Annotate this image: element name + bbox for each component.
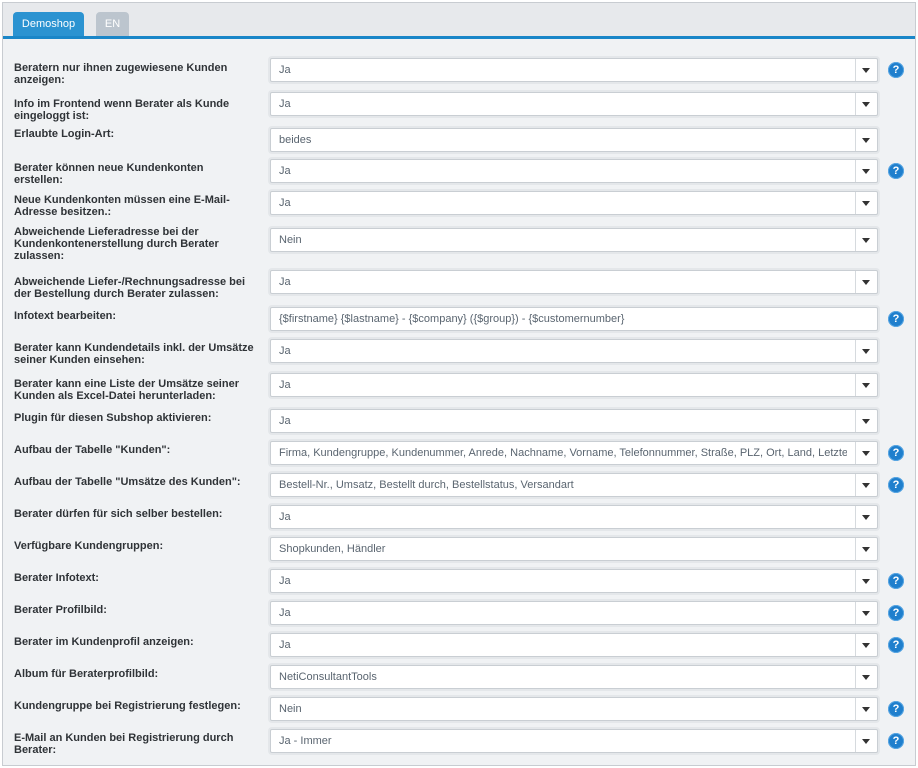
- setting-select[interactable]: Ja: [270, 569, 878, 593]
- setting-label: Berater kann eine Liste der Umsätze sein…: [14, 378, 239, 402]
- chevron-down-icon[interactable]: [855, 474, 877, 496]
- setting-select[interactable]: Ja - Immer: [270, 729, 878, 753]
- chevron-down-icon[interactable]: [855, 666, 877, 688]
- chevron-down-icon[interactable]: [855, 730, 877, 752]
- setting-value: Ja: [279, 607, 291, 619]
- setting-value: Bestell-Nr., Umsatz, Bestellt durch, Bes…: [279, 479, 574, 491]
- setting-label: Abweichende Lieferadresse bei der Kunden…: [14, 226, 219, 262]
- help-icon[interactable]: ?: [888, 311, 904, 327]
- setting-label: E-Mail an Kunden bei Registrierung durch…: [14, 732, 234, 756]
- chevron-down-icon[interactable]: [855, 570, 877, 592]
- setting-label: Neue Kundenkonten müssen eine E-Mail-Adr…: [14, 194, 230, 218]
- help-icon[interactable]: ?: [888, 62, 904, 78]
- setting-value: Ja - Immer: [279, 735, 332, 747]
- setting-label: Verfügbare Kundengruppen:: [14, 540, 164, 552]
- setting-value: Ja: [279, 197, 291, 209]
- setting-value: Ja: [279, 98, 291, 110]
- chevron-down-icon[interactable]: [855, 602, 877, 624]
- chevron-down-icon[interactable]: [855, 229, 877, 251]
- setting-value: Nein: [279, 234, 302, 246]
- chevron-down-icon[interactable]: [855, 410, 877, 432]
- help-icon[interactable]: ?: [888, 445, 904, 461]
- chevron-down-icon[interactable]: [855, 634, 877, 656]
- setting-label: Berater Infotext:: [14, 572, 99, 584]
- chevron-down-icon[interactable]: [855, 192, 877, 214]
- setting-select[interactable]: Ja: [270, 409, 878, 433]
- setting-select[interactable]: Shopkunden, Händler: [270, 537, 878, 561]
- setting-label: Berater kann Kundendetails inkl. der Ums…: [14, 342, 254, 366]
- setting-label: Album für Beraterprofilbild:: [14, 668, 159, 680]
- setting-value: Ja: [279, 415, 291, 427]
- chevron-down-icon[interactable]: [855, 698, 877, 720]
- chevron-down-icon[interactable]: [855, 374, 877, 396]
- setting-label: Kundengruppe bei Registrierung festlegen…: [14, 700, 241, 712]
- chevron-down-icon[interactable]: [855, 538, 877, 560]
- setting-select[interactable]: Firma, Kundengruppe, Kundenummer, Anrede…: [270, 441, 878, 465]
- chevron-down-icon[interactable]: [855, 129, 877, 151]
- setting-value: Ja: [279, 345, 291, 357]
- setting-label: Aufbau der Tabelle "Umsätze des Kunden":: [14, 476, 241, 488]
- setting-value: NetiConsultantTools: [279, 671, 377, 683]
- setting-select[interactable]: Ja: [270, 505, 878, 529]
- setting-value: Ja: [279, 639, 291, 651]
- chevron-down-icon[interactable]: [855, 442, 877, 464]
- setting-select[interactable]: Ja: [270, 58, 878, 82]
- setting-select[interactable]: Ja: [270, 339, 878, 363]
- setting-text-input[interactable]: {$firstname} {$lastname} - {$company} ({…: [270, 307, 878, 331]
- setting-select[interactable]: Ja: [270, 373, 878, 397]
- setting-select[interactable]: Ja: [270, 270, 878, 294]
- setting-value: {$firstname} {$lastname} - {$company} ({…: [279, 313, 625, 325]
- setting-value: Ja: [279, 64, 291, 76]
- setting-value: Ja: [279, 511, 291, 523]
- chevron-down-icon[interactable]: [855, 93, 877, 115]
- setting-label: Erlaubte Login-Art:: [14, 128, 115, 140]
- help-icon[interactable]: ?: [888, 637, 904, 653]
- help-icon[interactable]: ?: [888, 733, 904, 749]
- setting-value: beides: [279, 134, 312, 146]
- setting-select[interactable]: Ja: [270, 633, 878, 657]
- chevron-down-icon[interactable]: [855, 59, 877, 81]
- setting-value: Firma, Kundengruppe, Kundenummer, Anrede…: [279, 447, 847, 459]
- tab-en[interactable]: EN: [96, 12, 129, 36]
- chevron-down-icon[interactable]: [855, 506, 877, 528]
- tab-bar: Demoshop EN: [3, 3, 915, 36]
- setting-select[interactable]: Ja: [270, 92, 878, 116]
- setting-label: Berater Profilbild:: [14, 604, 107, 616]
- chevron-down-icon[interactable]: [855, 340, 877, 362]
- setting-label: Plugin für diesen Subshop aktivieren:: [14, 412, 212, 424]
- setting-select[interactable]: Ja: [270, 159, 878, 183]
- setting-select[interactable]: Nein: [270, 697, 878, 721]
- tab-underline: [3, 36, 915, 39]
- setting-label: Beratern nur ihnen zugewiesene Kunden an…: [14, 62, 228, 86]
- setting-value: Ja: [279, 276, 291, 288]
- setting-select[interactable]: Nein: [270, 228, 878, 252]
- help-icon[interactable]: ?: [888, 163, 904, 179]
- setting-select[interactable]: Ja: [270, 601, 878, 625]
- setting-select[interactable]: Bestell-Nr., Umsatz, Bestellt durch, Bes…: [270, 473, 878, 497]
- setting-value: Nein: [279, 703, 302, 715]
- settings-panel: Demoshop EN Beratern nur ihnen zugewiese…: [2, 2, 916, 766]
- chevron-down-icon[interactable]: [855, 160, 877, 182]
- setting-label: Infotext bearbeiten:: [14, 310, 117, 322]
- setting-select[interactable]: NetiConsultantTools: [270, 665, 878, 689]
- setting-value: Shopkunden, Händler: [279, 543, 386, 555]
- tab-demoshop[interactable]: Demoshop: [13, 12, 84, 36]
- setting-label: Berater können neue Kundenkonten erstell…: [14, 162, 204, 186]
- setting-value: Ja: [279, 165, 291, 177]
- setting-label: Berater im Kundenprofil anzeigen:: [14, 636, 194, 648]
- setting-label: Abweichende Liefer-/Rechnungsadresse bei…: [14, 276, 246, 300]
- chevron-down-icon[interactable]: [855, 271, 877, 293]
- setting-value: Ja: [279, 379, 291, 391]
- help-icon[interactable]: ?: [888, 477, 904, 493]
- setting-label: Info im Frontend wenn Berater als Kunde …: [14, 98, 230, 122]
- setting-label: Berater dürfen für sich selber bestellen…: [14, 508, 223, 520]
- help-icon[interactable]: ?: [888, 701, 904, 717]
- help-icon[interactable]: ?: [888, 605, 904, 621]
- setting-select[interactable]: Ja: [270, 191, 878, 215]
- setting-value: Ja: [279, 575, 291, 587]
- setting-select[interactable]: beides: [270, 128, 878, 152]
- help-icon[interactable]: ?: [888, 573, 904, 589]
- setting-label: Aufbau der Tabelle "Kunden":: [14, 444, 171, 456]
